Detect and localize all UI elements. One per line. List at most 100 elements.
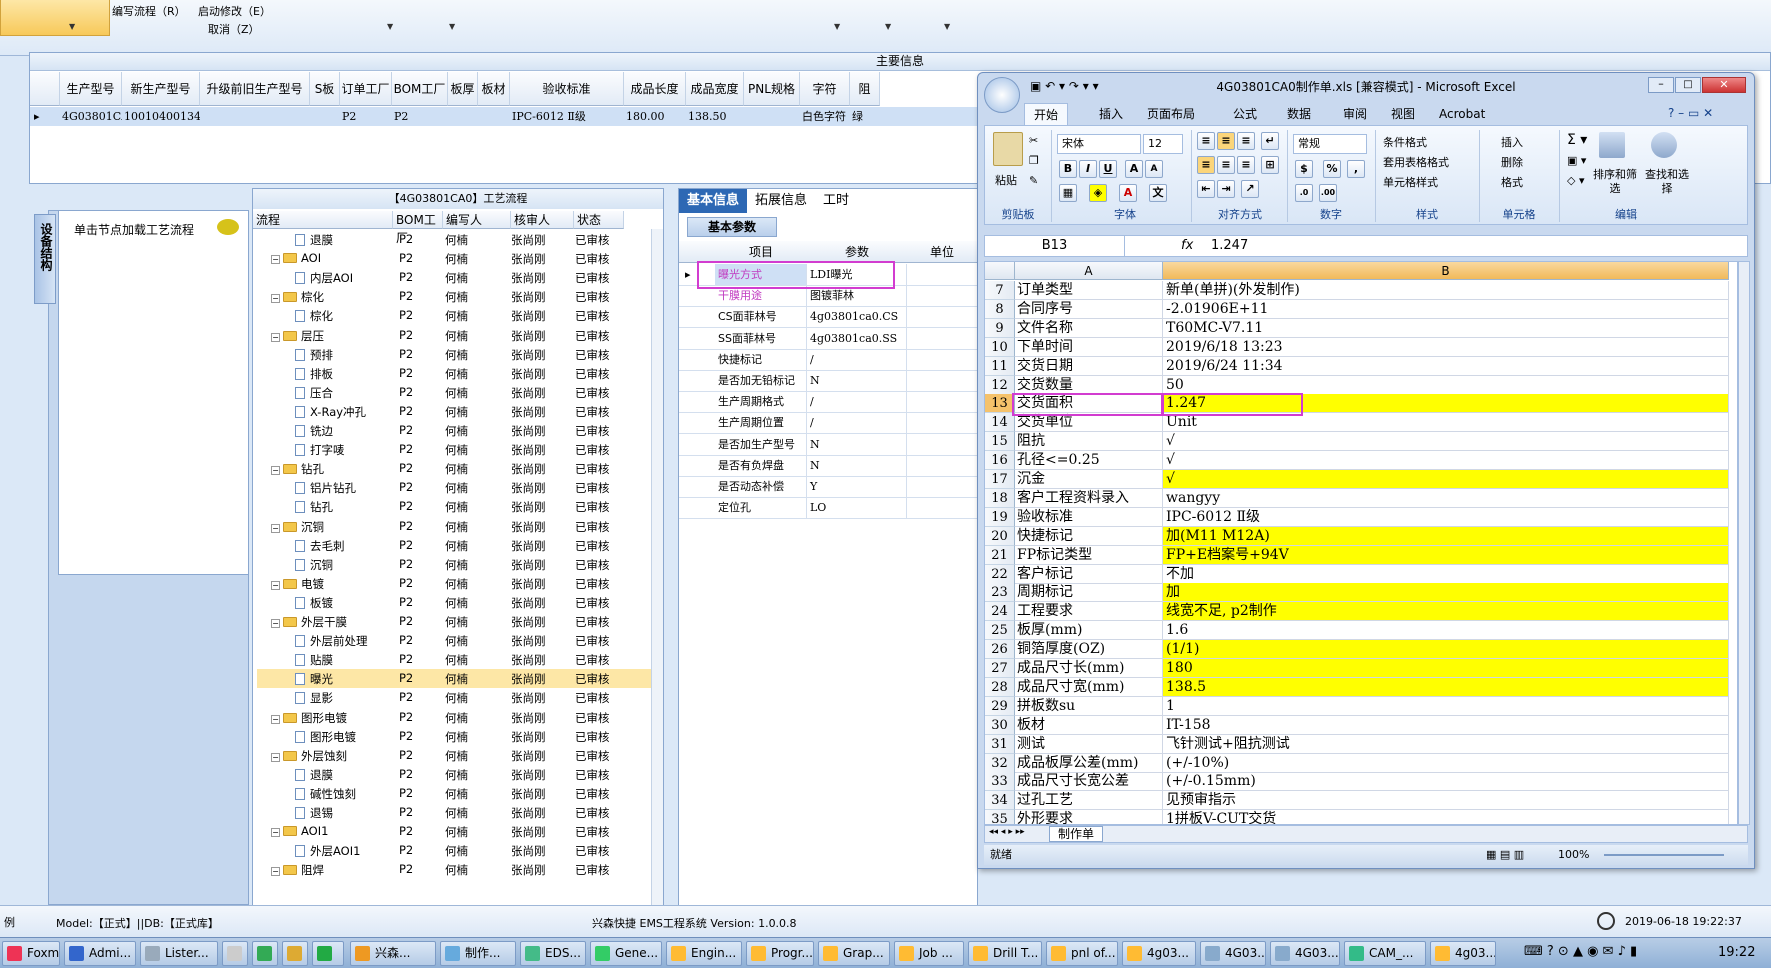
taskbar-item[interactable] [252, 941, 278, 966]
cell-b[interactable]: 加(M11 M12A) [1163, 526, 1729, 546]
cell-b[interactable]: IPC-6012 Ⅱ级 [1163, 507, 1729, 527]
cell-a[interactable]: FP标记类型 [1015, 545, 1163, 565]
increase-indent-icon[interactable]: ⇥ [1217, 180, 1235, 198]
param-row[interactable]: CS面菲林号 4g03801ca0.CS [679, 306, 979, 329]
taskbar-item[interactable]: Gene... [590, 941, 662, 966]
grid-header-10[interactable]: 成品宽度 [686, 72, 744, 106]
sort-filter-icon[interactable] [1599, 132, 1625, 158]
cell-a[interactable]: 成品尺寸长(mm) [1015, 659, 1163, 678]
tree-node[interactable]: − 沉铜 P2 何楠 张尚刚 已审核 [257, 517, 652, 536]
grid-header-3[interactable]: S板 [310, 72, 340, 106]
param-value[interactable]: N [807, 370, 907, 391]
param-value[interactable]: N [807, 433, 907, 455]
cell-b[interactable]: FP+E档案号+94V [1163, 545, 1729, 565]
cell-b[interactable]: 见预审指示 [1163, 791, 1729, 811]
sheet-row[interactable]: 15 阻抗 √ [985, 432, 1737, 452]
grid-header-12[interactable]: 字符 [800, 72, 850, 106]
collapse-icon[interactable]: − [271, 828, 280, 838]
minimize-button[interactable]: – [1648, 77, 1674, 93]
row-number[interactable]: 10 [985, 337, 1015, 357]
sheet-row[interactable]: 20 快捷标记 加(M11 M12A) [985, 526, 1737, 546]
sheet-row[interactable]: 21 FP标记类型 FP+E档案号+94V [985, 545, 1737, 565]
sheet-row[interactable]: 30 板材 IT-158 [985, 715, 1737, 735]
tree-node[interactable]: 钻孔 P2 何楠 张尚刚 已审核 [257, 497, 652, 516]
taskbar-item[interactable]: Engin... [666, 941, 742, 966]
orientation-icon[interactable]: ↗ [1241, 180, 1259, 198]
find-select-icon[interactable] [1651, 132, 1677, 158]
align-left-icon[interactable]: ≡ [1197, 156, 1215, 174]
cell-a[interactable]: 客户工程资料录入 [1015, 488, 1163, 508]
taskbar-item[interactable]: Admi... [64, 941, 136, 966]
sheet-row[interactable]: 8 合同序号 -2.01906E+11 [985, 299, 1737, 319]
row-number[interactable]: 29 [985, 696, 1015, 716]
row-number[interactable]: 28 [985, 677, 1015, 697]
sheet-row[interactable]: 35 外形要求 1拼板V-CUT交货 [985, 810, 1737, 824]
cell-b[interactable]: 不加 [1163, 564, 1729, 584]
cell-b[interactable]: 加 [1163, 583, 1729, 603]
taskbar-item[interactable]: Progr... [746, 941, 814, 966]
param-row[interactable]: 生产周期格式 / [679, 391, 979, 414]
grid-header-5[interactable]: BOM工厂 [392, 72, 448, 106]
cell-b[interactable]: 50 [1163, 375, 1729, 395]
cell-a[interactable]: 过孔工艺 [1015, 791, 1163, 811]
sheet-row[interactable]: 33 成品尺寸长宽公差 (+/-0.15mm) [985, 772, 1737, 792]
cell-b[interactable]: 138.5 [1163, 677, 1729, 697]
increase-decimal-icon[interactable]: .0 [1295, 184, 1313, 202]
sheet-row[interactable]: 9 文件名称 T60MC-V7.11 [985, 318, 1737, 338]
sheet-row[interactable]: 12 交货数量 50 [985, 375, 1737, 395]
tree-node[interactable]: 显影 P2 何楠 张尚刚 已审核 [257, 688, 652, 707]
cell-b[interactable]: 2019/6/18 13:23 [1163, 337, 1729, 357]
cell-b[interactable]: (1/1) [1163, 640, 1729, 660]
grid-header-1[interactable]: 新生产型号 [122, 72, 200, 106]
delete-cells-button[interactable]: 删除 [1501, 154, 1523, 170]
align-right-icon[interactable]: ≡ [1237, 156, 1255, 174]
cell-b[interactable]: Unit [1163, 413, 1729, 433]
align-center-icon[interactable]: ≡ [1217, 156, 1235, 174]
grid-header-2[interactable]: 升级前旧生产型号 [200, 72, 310, 106]
tree-header-4[interactable]: 状态 [574, 211, 624, 229]
row-number[interactable]: 33 [985, 772, 1015, 792]
font-size-select[interactable]: 12 [1143, 134, 1183, 154]
row-number[interactable]: 17 [985, 470, 1015, 489]
param-value[interactable]: LO [807, 497, 907, 519]
tree-node[interactable]: 退膜 P2 何楠 张尚刚 已审核 [257, 230, 652, 249]
param-value[interactable]: 4g03801ca0.SS [807, 327, 907, 349]
tree-node[interactable]: 内层AOI P2 何楠 张尚刚 已审核 [257, 268, 652, 287]
cell-a[interactable]: 工程要求 [1015, 602, 1163, 622]
row-number[interactable]: 11 [985, 356, 1015, 376]
formula-input[interactable]: 1.247 [1211, 236, 1248, 256]
taskbar-clock[interactable]: 19:22 [1718, 945, 1755, 960]
ribbon-tab[interactable]: 开始 [1024, 103, 1069, 125]
vertical-scrollbar[interactable] [1738, 261, 1750, 825]
grid-header-9[interactable]: 成品长度 [624, 72, 686, 106]
cell-b[interactable]: 线宽不足, p2制作 [1163, 602, 1729, 622]
tree-node[interactable]: 打字唛 P2 何楠 张尚刚 已审核 [257, 440, 652, 459]
sheet-row[interactable]: 19 验收标准 IPC-6012 Ⅱ级 [985, 507, 1737, 527]
cell-b[interactable]: T60MC-V7.11 [1163, 318, 1729, 338]
format-painter-icon[interactable]: ✎ [1029, 174, 1038, 187]
cell-a[interactable]: 订单类型 [1015, 281, 1163, 300]
param-value[interactable]: 4g03801ca0.CS [807, 306, 907, 328]
cell-a[interactable]: 快捷标记 [1015, 526, 1163, 546]
zoom-slider[interactable] [1604, 854, 1724, 856]
grid-header-13[interactable]: 阻 [850, 72, 880, 106]
param-row[interactable]: 定位孔 LO [679, 497, 979, 520]
sheet-row[interactable]: 29 拼板数su 1 [985, 696, 1737, 716]
shrink-font-icon[interactable]: A [1145, 160, 1163, 178]
start-modify-button[interactable]: 启动修改（E） [198, 3, 271, 19]
fill-icon[interactable]: ▣ ▾ [1567, 154, 1586, 167]
row-number[interactable]: 25 [985, 621, 1015, 641]
tree-node[interactable]: 图形电镀 P2 何楠 张尚刚 已审核 [257, 727, 652, 746]
sheet-row[interactable]: 34 过孔工艺 见预审指示 [985, 791, 1737, 811]
tab-basic-info[interactable]: 基本信息 [679, 189, 748, 213]
tree-node[interactable]: − AOI P2 何楠 张尚刚 已审核 [257, 249, 652, 268]
cell-a[interactable]: 成品尺寸宽(mm) [1015, 677, 1163, 697]
worksheet-grid[interactable]: A B 7 订单类型 新单(单拼)(外发制作) 8 合同序号 -2.01906E+11 9 文… [984, 261, 1738, 825]
cell-b[interactable]: (+/-0.15mm) [1163, 772, 1729, 792]
cell-b[interactable]: 新单(单拼)(外发制作) [1163, 281, 1729, 300]
row-number[interactable]: 8 [985, 299, 1015, 319]
cell-a[interactable]: 拼板数su [1015, 696, 1163, 716]
row-number[interactable]: 14 [985, 413, 1015, 433]
cut-icon[interactable]: ✂ [1029, 134, 1038, 147]
row-number[interactable]: 12 [985, 375, 1015, 395]
